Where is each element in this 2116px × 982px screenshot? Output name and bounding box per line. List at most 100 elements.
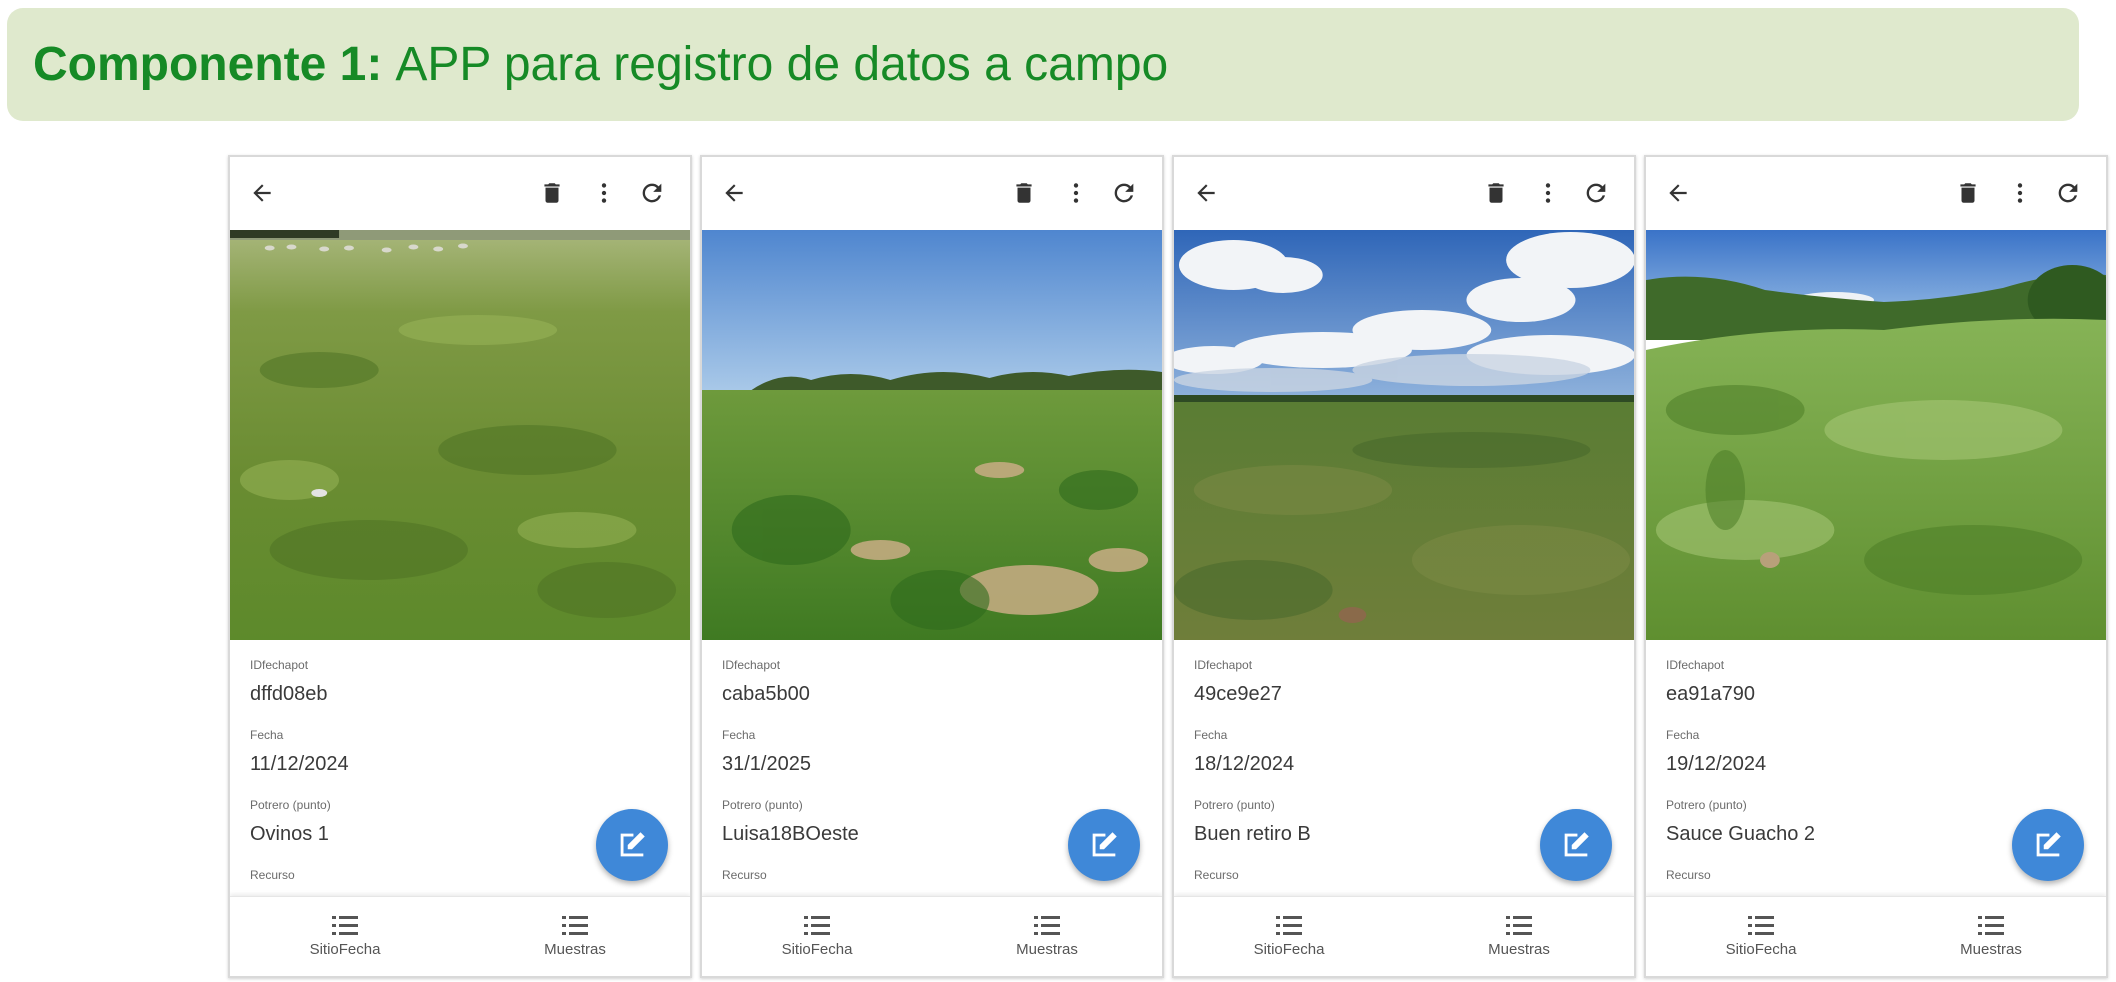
trash-icon	[544, 183, 560, 203]
arrow-left-icon	[253, 184, 271, 202]
field-label-fecha: Fecha	[250, 728, 284, 742]
arrow-left-icon	[725, 184, 743, 202]
phone-screen-1: IDfechapot dffd08eb Fecha 11/12/2024 Pot…	[228, 155, 692, 978]
phone-screen-4: IDfechapot ea91a790 Fecha 19/12/2024 Pot…	[1644, 155, 2108, 978]
title-bold: Componente 1:	[33, 38, 383, 91]
phone-screen-3: IDfechapot 49ce9e27 Fecha 18/12/2024 Pot…	[1172, 155, 1636, 978]
nav-sitiofecha[interactable]: SitioFecha	[1174, 897, 1404, 976]
nav-sitiofecha[interactable]: SitioFecha	[1646, 897, 1876, 976]
field-label-fecha: Fecha	[1194, 728, 1228, 742]
field-value-potrero: Luisa18BOeste	[722, 823, 859, 845]
nav-muestras-label: Muestras	[544, 941, 606, 958]
bottom-navigation: SitioFecha Muestras	[1174, 896, 1634, 976]
field-label-recurso: Recurso	[250, 868, 295, 882]
site-photo	[1174, 230, 1634, 640]
site-photo	[1646, 230, 2106, 640]
field-label-recurso: Recurso	[1194, 868, 1239, 882]
field-value-fecha: 18/12/2024	[1194, 753, 1295, 775]
phone-screen-2: IDfechapot caba5b00 Fecha 31/1/2025 Potr…	[700, 155, 1164, 978]
back-button[interactable]	[1188, 175, 1224, 211]
bottom-navigation: SitioFecha Muestras	[1646, 896, 2106, 976]
edit-fab-button[interactable]	[596, 809, 668, 881]
nav-sitiofecha-label: SitioFecha	[1253, 941, 1325, 958]
delete-button[interactable]	[1950, 175, 1986, 211]
field-value-fecha: 31/1/2025	[722, 753, 811, 775]
nav-muestras[interactable]: Muestras	[932, 897, 1162, 976]
field-label-fecha: Fecha	[1666, 728, 1700, 742]
title-text: APP para registro de datos a campo	[395, 38, 1169, 91]
refresh-button[interactable]	[1578, 175, 1614, 211]
arrow-left-icon	[1197, 184, 1215, 202]
field-value-idfechapot: caba5b00	[722, 683, 810, 705]
record-details: IDfechapot 49ce9e27 Fecha 18/12/2024 Pot…	[1194, 657, 1594, 883]
app-bar	[702, 157, 1162, 230]
list-icon	[1506, 916, 1532, 935]
back-button[interactable]	[1660, 175, 1696, 211]
back-button[interactable]	[716, 175, 752, 211]
nav-muestras[interactable]: Muestras	[1404, 897, 1634, 976]
nav-muestras[interactable]: Muestras	[1876, 897, 2106, 976]
field-value-fecha: 19/12/2024	[1666, 753, 1767, 775]
more-options-button[interactable]	[1530, 175, 1566, 211]
edit-fab-button[interactable]	[1540, 809, 1612, 881]
field-label-recurso: Recurso	[1666, 868, 1711, 882]
field-value-potrero: Ovinos 1	[250, 823, 329, 845]
more-options-button[interactable]	[586, 175, 622, 211]
list-icon	[804, 916, 830, 935]
field-label-idfechapot: IDfechapot	[250, 658, 309, 672]
field-label-idfechapot: IDfechapot	[1666, 658, 1725, 672]
delete-button[interactable]	[1006, 175, 1042, 211]
edit-fab-button[interactable]	[1068, 809, 1140, 881]
back-button[interactable]	[244, 175, 280, 211]
field-value-idfechapot: dffd08eb	[250, 683, 328, 705]
field-label-potrero: Potrero (punto)	[1666, 798, 1747, 812]
refresh-button[interactable]	[634, 175, 670, 211]
nav-sitiofecha-label: SitioFecha	[309, 941, 381, 958]
record-details: IDfechapot dffd08eb Fecha 11/12/2024 Pot…	[250, 657, 650, 883]
record-details: IDfechapot caba5b00 Fecha 31/1/2025 Potr…	[722, 657, 1122, 883]
more-vert-icon	[2017, 183, 2023, 203]
refresh-icon	[1114, 183, 1134, 203]
nav-sitiofecha[interactable]: SitioFecha	[702, 897, 932, 976]
nav-muestras-label: Muestras	[1960, 941, 2022, 958]
app-bar	[230, 157, 690, 230]
more-vert-icon	[1545, 183, 1551, 203]
field-label-potrero: Potrero (punto)	[250, 798, 331, 812]
delete-button[interactable]	[1478, 175, 1514, 211]
trash-icon	[1016, 183, 1032, 203]
nav-sitiofecha[interactable]: SitioFecha	[230, 897, 460, 976]
refresh-icon	[1586, 183, 1606, 203]
field-label-fecha: Fecha	[722, 728, 756, 742]
list-icon	[1748, 916, 1774, 935]
nav-muestras[interactable]: Muestras	[460, 897, 690, 976]
delete-button[interactable]	[534, 175, 570, 211]
trash-icon	[1960, 183, 1976, 203]
edit-icon	[2036, 832, 2061, 857]
bottom-navigation: SitioFecha Muestras	[230, 896, 690, 976]
field-label-idfechapot: IDfechapot	[1194, 658, 1253, 672]
field-value-idfechapot: 49ce9e27	[1194, 683, 1282, 705]
field-value-potrero: Buen retiro B	[1194, 823, 1311, 845]
field-label-potrero: Potrero (punto)	[722, 798, 803, 812]
site-photo	[702, 230, 1162, 640]
edit-fab-button[interactable]	[2012, 809, 2084, 881]
field-label-potrero: Potrero (punto)	[1194, 798, 1275, 812]
refresh-button[interactable]	[2050, 175, 2086, 211]
list-icon	[1276, 916, 1302, 935]
refresh-icon	[642, 183, 662, 203]
list-icon	[1034, 916, 1060, 935]
refresh-button[interactable]	[1106, 175, 1142, 211]
edit-icon	[620, 832, 645, 857]
list-icon	[562, 916, 588, 935]
nav-muestras-label: Muestras	[1016, 941, 1078, 958]
trash-icon	[1488, 183, 1504, 203]
app-bar	[1646, 157, 2106, 230]
more-vert-icon	[1073, 183, 1079, 203]
record-details: IDfechapot ea91a790 Fecha 19/12/2024 Pot…	[1666, 657, 2066, 883]
field-value-potrero: Sauce Guacho 2	[1666, 823, 1815, 845]
more-options-button[interactable]	[1058, 175, 1094, 211]
arrow-left-icon	[1669, 184, 1687, 202]
field-label-recurso: Recurso	[722, 868, 767, 882]
more-options-button[interactable]	[2002, 175, 2038, 211]
bottom-navigation: SitioFecha Muestras	[702, 896, 1162, 976]
